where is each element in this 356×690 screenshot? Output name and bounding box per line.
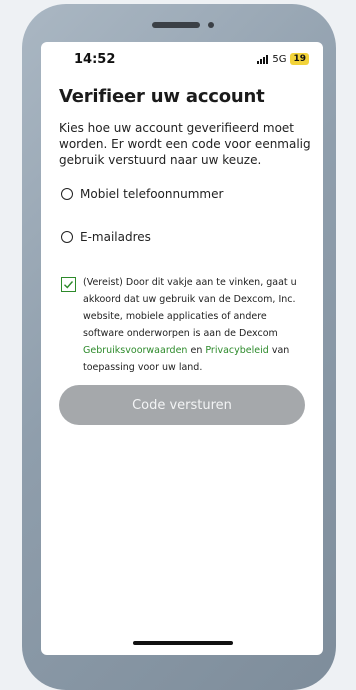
home-indicator[interactable] xyxy=(133,641,233,645)
option-phone-label: Mobiel telefoonnummer xyxy=(80,187,224,201)
option-phone[interactable]: Mobiel telefoonnummer xyxy=(61,187,223,201)
phone-screen: 14:52 5G 19 Verifieer uw account Kies ho… xyxy=(41,42,323,655)
consent-connector: en xyxy=(187,345,206,356)
checkmark-icon xyxy=(64,281,74,289)
consent-checkbox[interactable] xyxy=(61,277,76,292)
signal-icon xyxy=(257,54,269,64)
status-time: 14:52 xyxy=(74,52,116,67)
status-indicators: 5G 19 xyxy=(257,53,309,65)
send-code-button[interactable]: Code versturen xyxy=(59,385,305,425)
front-camera xyxy=(208,22,214,28)
status-bar: 14:52 5G 19 xyxy=(41,42,323,78)
consent-section: (Vereist) Door dit vakje aan te vinken, … xyxy=(61,274,309,376)
privacy-link[interactable]: Privacybeleid xyxy=(205,345,268,356)
radio-email[interactable] xyxy=(61,231,73,243)
consent-text-before: (Vereist) Door dit vakje aan te vinken, … xyxy=(83,277,297,339)
terms-link[interactable]: Gebruiksvoorwaarden xyxy=(83,345,187,356)
speaker-grille xyxy=(152,22,200,28)
page-title: Verifieer uw account xyxy=(59,86,265,107)
intro-text: Kies hoe uw account geverifieerd moet wo… xyxy=(59,121,311,167)
network-label: 5G xyxy=(272,53,287,65)
radio-phone[interactable] xyxy=(61,188,73,200)
option-email-label: E-mailadres xyxy=(80,230,151,244)
option-email[interactable]: E-mailadres xyxy=(61,230,151,244)
consent-text: (Vereist) Door dit vakje aan te vinken, … xyxy=(83,274,309,376)
battery-icon: 19 xyxy=(290,53,309,65)
